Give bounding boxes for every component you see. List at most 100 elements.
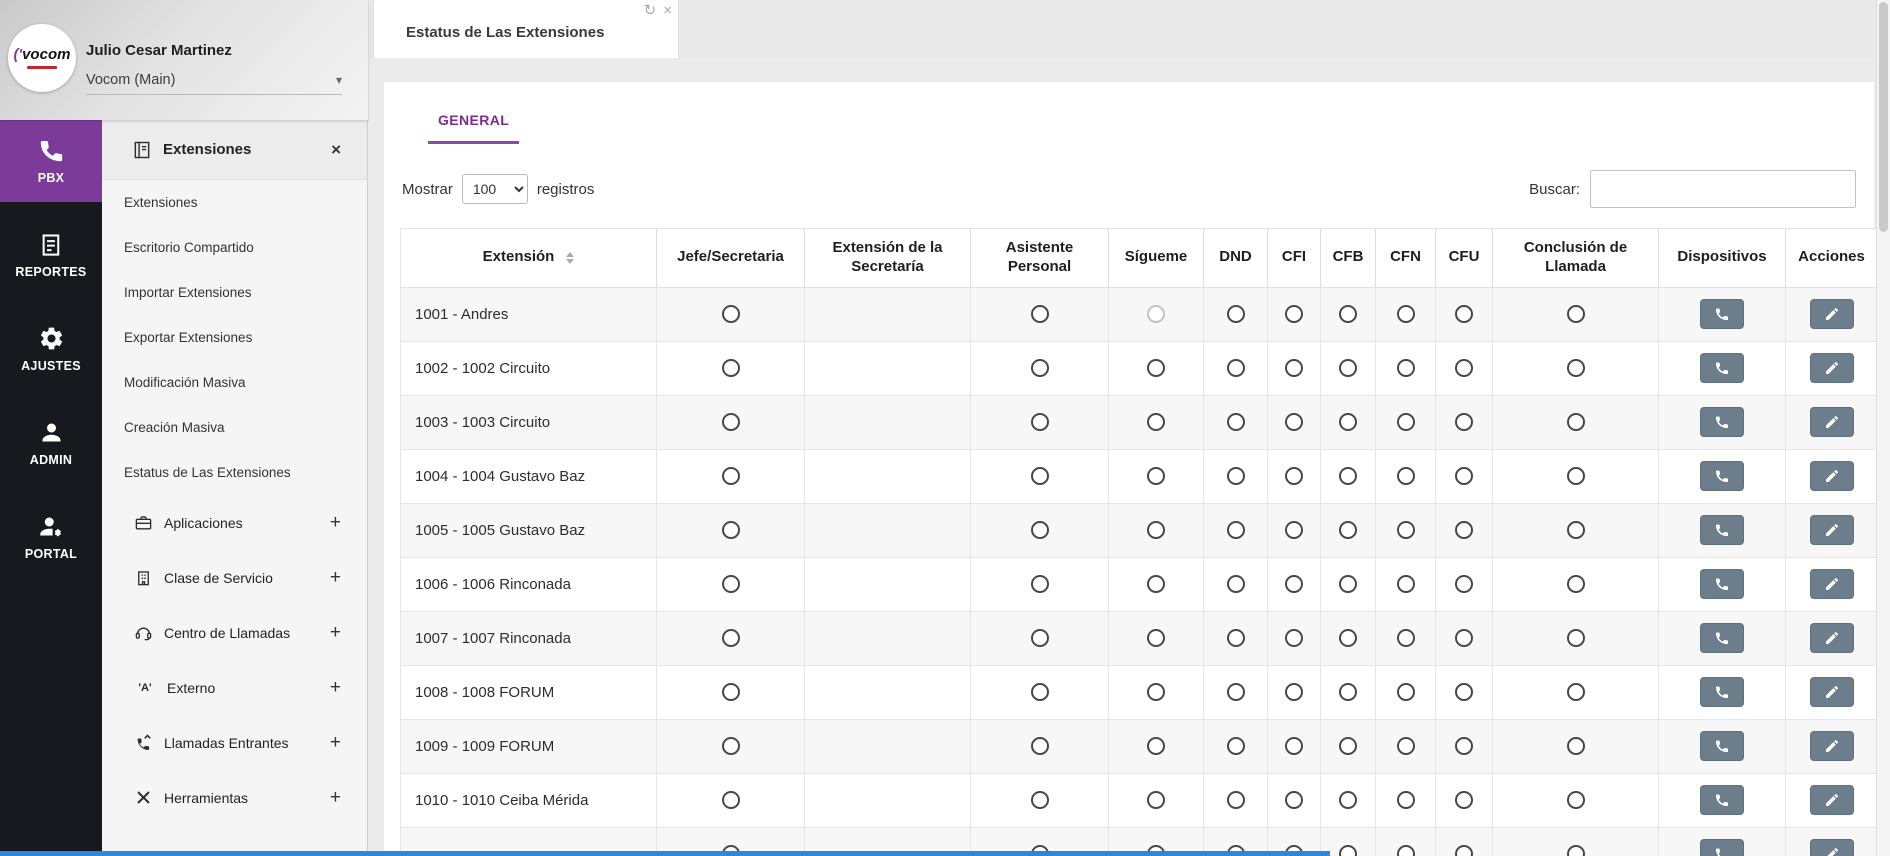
dnd-radio[interactable] (1226, 683, 1245, 702)
asistente-personal-radio[interactable] (1030, 521, 1049, 540)
cfn-radio[interactable] (1396, 791, 1415, 810)
sigueme-radio[interactable] (1147, 791, 1165, 810)
tenant-selector[interactable]: Vocom (Main) ▾ (86, 72, 342, 95)
jefe-secretaria-radio[interactable] (721, 575, 740, 594)
asistente-personal-radio[interactable] (1030, 737, 1049, 756)
conclusion-llamada-radio[interactable] (1566, 629, 1585, 648)
sigueme-radio[interactable] (1147, 521, 1165, 540)
dispositivos-button[interactable] (1700, 839, 1744, 856)
cfb-radio[interactable] (1339, 359, 1357, 378)
cfb-radio[interactable] (1339, 413, 1357, 432)
sigueme-radio[interactable] (1147, 575, 1165, 594)
dispositivos-button[interactable] (1700, 353, 1744, 383)
dispositivos-button[interactable] (1700, 461, 1744, 491)
edit-button[interactable] (1809, 677, 1854, 707)
asistente-personal-radio[interactable] (1030, 683, 1049, 702)
sidebar-group-clase-de-servicio[interactable]: Clase de Servicio + (102, 550, 367, 605)
rail-item-reportes[interactable]: REPORTES (0, 214, 102, 296)
sidebar-item-escritorio-compartido[interactable]: Escritorio Compartido (102, 225, 367, 270)
sidebar-group-aplicaciones[interactable]: Aplicaciones + (102, 495, 367, 550)
page-size-select[interactable]: 100 (461, 174, 528, 204)
sigueme-radio[interactable] (1147, 629, 1165, 648)
cfn-radio[interactable] (1396, 737, 1415, 756)
cfn-radio[interactable] (1396, 305, 1415, 324)
cfn-radio[interactable] (1396, 359, 1415, 378)
dnd-radio[interactable] (1226, 467, 1245, 486)
cfb-radio[interactable] (1339, 845, 1357, 856)
asistente-personal-radio[interactable] (1030, 467, 1049, 486)
sidebar-item-extensiones[interactable]: Extensiones (102, 180, 367, 225)
sidebar-item-importar-extensiones[interactable]: Importar Extensiones (102, 270, 367, 315)
cfn-radio[interactable] (1396, 575, 1415, 594)
cfu-radio[interactable] (1455, 791, 1473, 810)
cfi-radio[interactable] (1285, 737, 1303, 756)
cfi-radio[interactable] (1285, 413, 1303, 432)
cfn-radio[interactable] (1396, 629, 1415, 648)
edit-button[interactable] (1809, 353, 1854, 383)
cfi-radio[interactable] (1285, 791, 1303, 810)
vertical-scrollbar-thumb[interactable] (1879, 2, 1888, 232)
jefe-secretaria-radio[interactable] (721, 305, 740, 324)
sidebar-group-llamadas-entrantes[interactable]: Llamadas Entrantes + (102, 715, 367, 770)
sigueme-radio[interactable] (1147, 737, 1165, 756)
cfu-radio[interactable] (1455, 683, 1473, 702)
jefe-secretaria-radio[interactable] (721, 629, 740, 648)
cfu-radio[interactable] (1455, 737, 1473, 756)
conclusion-llamada-radio[interactable] (1566, 467, 1585, 486)
cfb-radio[interactable] (1339, 737, 1357, 756)
dispositivos-button[interactable] (1700, 299, 1744, 329)
cfu-radio[interactable] (1455, 521, 1473, 540)
cfi-radio[interactable] (1285, 359, 1303, 378)
jefe-secretaria-radio[interactable] (721, 791, 740, 810)
dispositivos-button[interactable] (1700, 677, 1744, 707)
dispositivos-button[interactable] (1700, 407, 1744, 437)
cfb-radio[interactable] (1339, 575, 1357, 594)
cfb-radio[interactable] (1339, 791, 1357, 810)
edit-button[interactable] (1809, 623, 1854, 653)
conclusion-llamada-radio[interactable] (1566, 737, 1585, 756)
dnd-radio[interactable] (1226, 791, 1245, 810)
edit-button[interactable] (1809, 569, 1854, 599)
asistente-personal-radio[interactable] (1030, 629, 1049, 648)
asistente-personal-radio[interactable] (1030, 413, 1049, 432)
sort-icon[interactable] (566, 251, 575, 264)
dnd-radio[interactable] (1226, 629, 1245, 648)
sidebar-group-centro-de-llamadas[interactable]: Centro de Llamadas + (102, 605, 367, 660)
cfu-radio[interactable] (1455, 305, 1473, 324)
refresh-icon[interactable]: ↻ (644, 3, 657, 18)
dispositivos-button[interactable] (1700, 623, 1744, 653)
asistente-personal-radio[interactable] (1030, 791, 1049, 810)
conclusion-llamada-radio[interactable] (1566, 359, 1585, 378)
conclusion-llamada-radio[interactable] (1566, 575, 1585, 594)
dnd-radio[interactable] (1226, 521, 1245, 540)
cfi-radio[interactable] (1285, 467, 1303, 486)
cfn-radio[interactable] (1396, 413, 1415, 432)
cfi-radio[interactable] (1285, 683, 1303, 702)
horizontal-scrollbar-thumb[interactable] (0, 851, 1330, 856)
rail-item-ajustes[interactable]: AJUSTES (0, 308, 102, 390)
sidebar-item-estatus-extensiones[interactable]: Estatus de Las Extensiones (102, 450, 367, 495)
cfu-radio[interactable] (1455, 575, 1473, 594)
sidebar-group-herramientas[interactable]: Herramientas + (102, 770, 367, 825)
sigueme-radio[interactable] (1147, 359, 1165, 378)
tab-estatus-extensiones[interactable]: ↻ × Estatus de Las Extensiones (373, 0, 679, 58)
sidebar-item-creacion-masiva[interactable]: Creación Masiva (102, 405, 367, 450)
dnd-radio[interactable] (1226, 413, 1245, 432)
cfi-radio[interactable] (1285, 629, 1303, 648)
cfn-radio[interactable] (1396, 845, 1415, 856)
cfn-radio[interactable] (1396, 521, 1415, 540)
jefe-secretaria-radio[interactable] (721, 359, 740, 378)
jefe-secretaria-radio[interactable] (721, 737, 740, 756)
cfu-radio[interactable] (1455, 845, 1473, 856)
cfb-radio[interactable] (1339, 629, 1357, 648)
sidebar-item-exportar-extensiones[interactable]: Exportar Extensiones (102, 315, 367, 360)
sidebar-item-modificacion-masiva[interactable]: Modificación Masiva (102, 360, 367, 405)
jefe-secretaria-radio[interactable] (721, 521, 740, 540)
edit-button[interactable] (1809, 839, 1854, 856)
cfu-radio[interactable] (1455, 359, 1473, 378)
cfb-radio[interactable] (1339, 305, 1357, 324)
rail-item-portal[interactable]: PORTAL (0, 496, 102, 578)
dispositivos-button[interactable] (1700, 515, 1744, 545)
close-tab-icon[interactable]: × (663, 3, 672, 18)
cfn-radio[interactable] (1396, 467, 1415, 486)
